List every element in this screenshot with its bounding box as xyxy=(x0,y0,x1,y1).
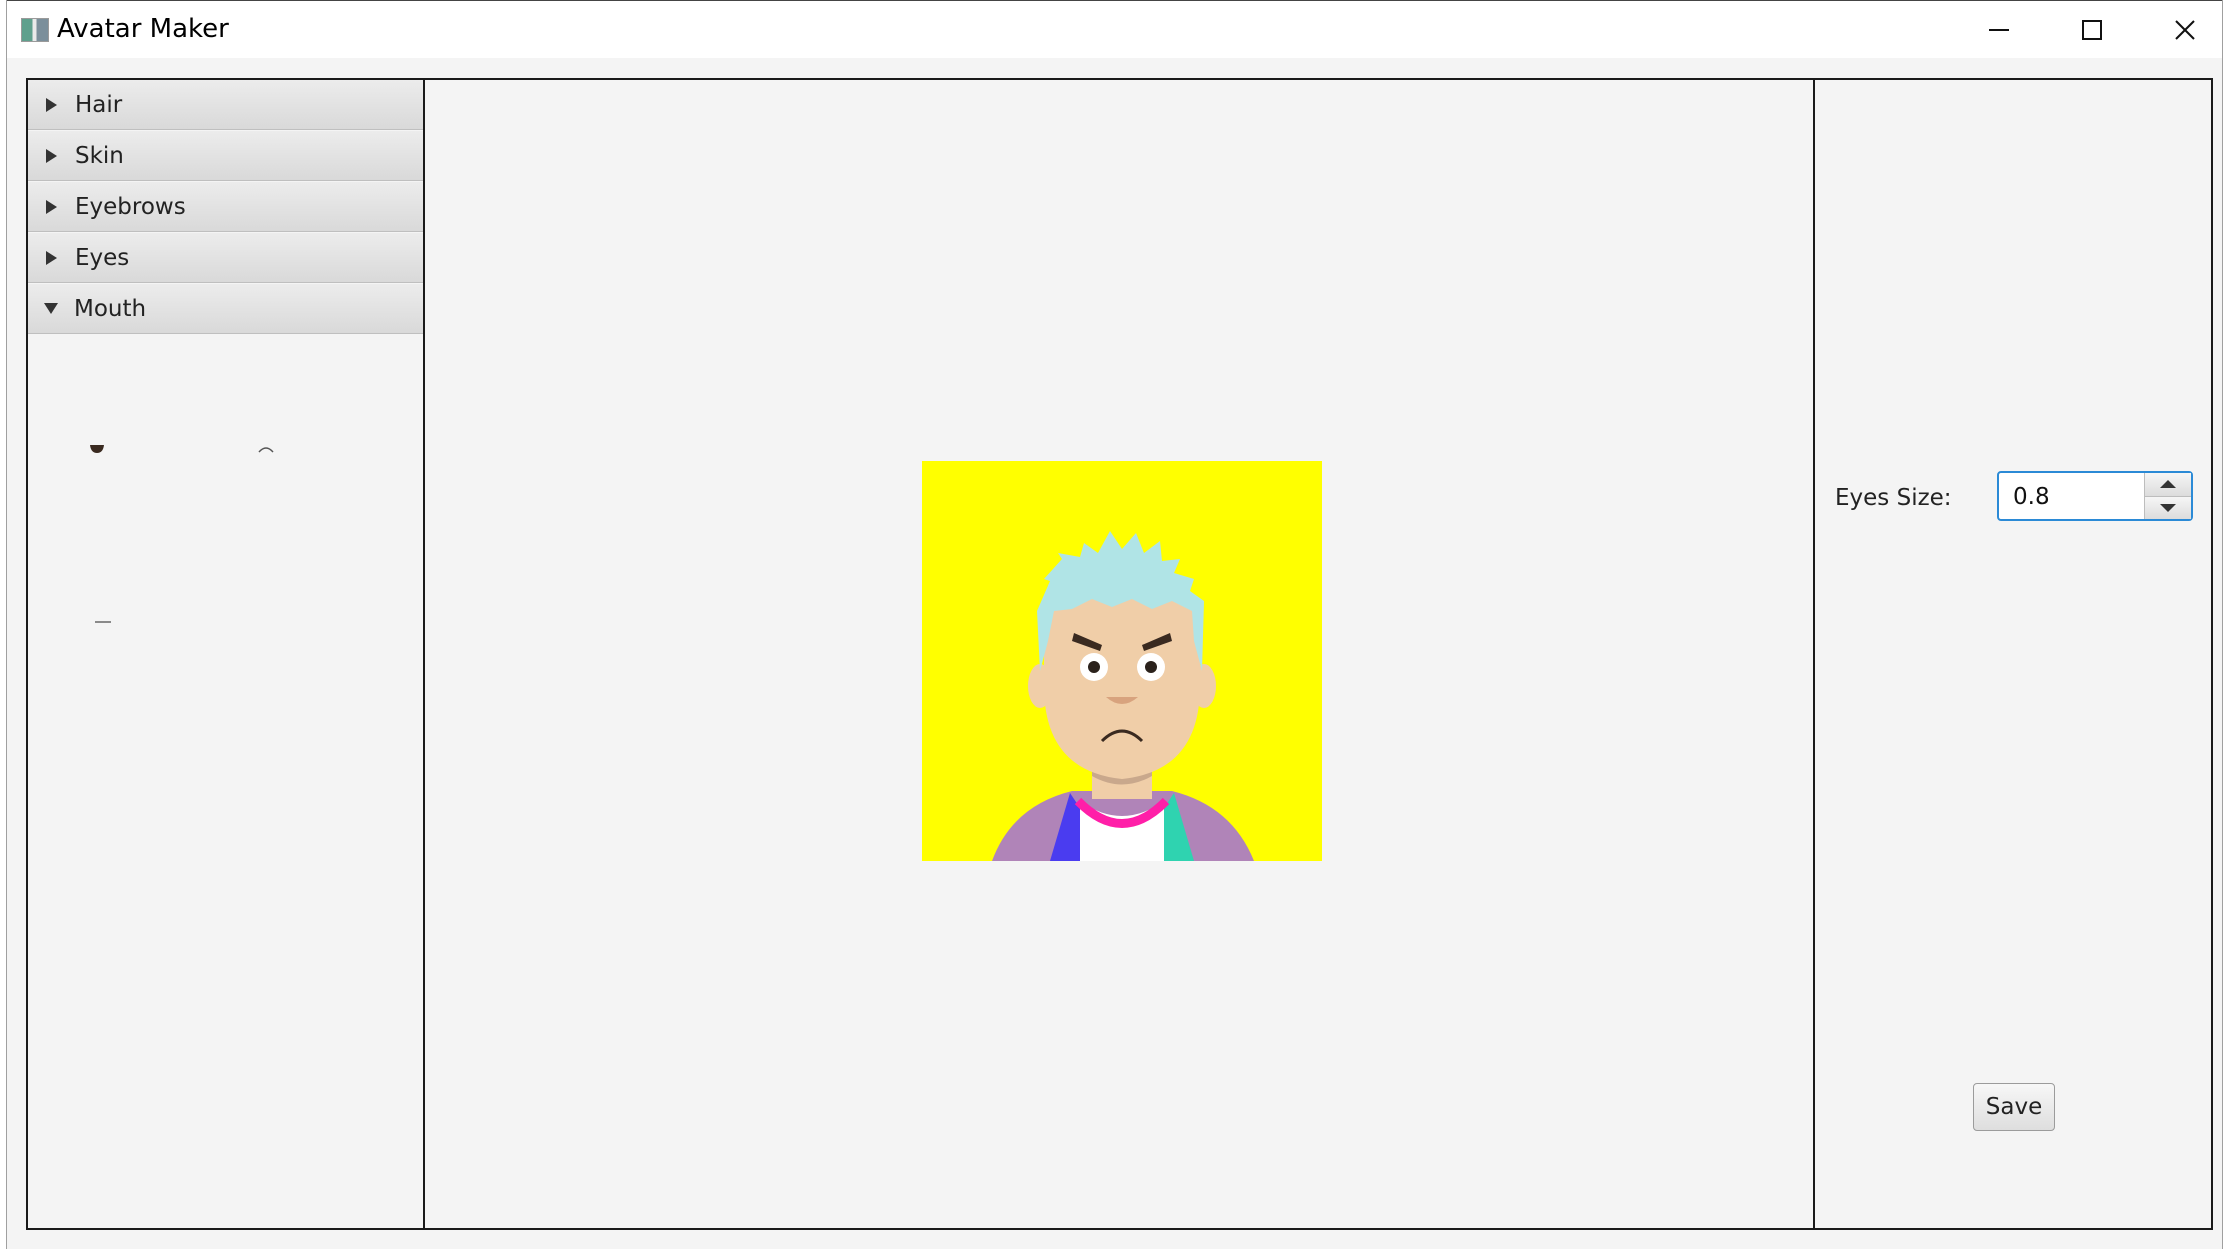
avatar-preview-pane xyxy=(425,78,1813,1230)
spinner-decrement-button[interactable] xyxy=(2145,496,2191,519)
mouth-option-flat[interactable] xyxy=(94,610,112,629)
collapsed-arrow-icon xyxy=(46,199,57,214)
app-window: Avatar Maker Hair Skin Eyebrows Eyes Mou… xyxy=(6,0,2223,1249)
maximize-button[interactable] xyxy=(2047,1,2137,59)
accordion-label: Mouth xyxy=(74,295,147,322)
expanded-arrow-icon xyxy=(44,303,58,314)
title-bar: Avatar Maker xyxy=(7,0,2222,59)
maximize-icon xyxy=(2082,20,2102,40)
spinner-increment-button[interactable] xyxy=(2145,473,2191,497)
accordion-hair[interactable]: Hair xyxy=(28,80,423,130)
accordion-label: Eyes xyxy=(75,244,130,271)
eyes-size-input[interactable]: 0.8 xyxy=(1999,473,2144,519)
accordion-mouth[interactable]: Mouth xyxy=(28,284,423,334)
close-button[interactable] xyxy=(2140,1,2229,59)
app-icon xyxy=(21,18,49,42)
open-mouth-icon xyxy=(90,445,104,453)
minimize-button[interactable] xyxy=(1954,1,2044,59)
spinner-buttons xyxy=(2144,473,2191,519)
client-area: Hair Skin Eyebrows Eyes Mouth Eyes Size:… xyxy=(7,58,2222,1249)
arrow-down-icon xyxy=(2160,503,2176,512)
collapsed-arrow-icon xyxy=(46,97,57,112)
feature-accordion: Hair Skin Eyebrows Eyes Mouth xyxy=(26,78,425,1230)
collapsed-arrow-icon xyxy=(46,148,57,163)
accordion-skin[interactable]: Skin xyxy=(28,131,423,181)
accordion-eyes[interactable]: Eyes xyxy=(28,233,423,283)
close-icon xyxy=(2175,20,2195,40)
accordion-label: Hair xyxy=(75,91,123,118)
accordion-label: Eyebrows xyxy=(75,193,186,220)
accordion-eyebrows[interactable]: Eyebrows xyxy=(28,182,423,232)
avatar-illustration xyxy=(992,531,1254,861)
mouth-options-panel xyxy=(28,335,423,1135)
eyes-size-label: Eyes Size: xyxy=(1835,485,1952,511)
collapsed-arrow-icon xyxy=(46,250,57,265)
eyes-size-spinner[interactable]: 0.8 xyxy=(1997,471,2193,521)
window-title: Avatar Maker xyxy=(57,14,229,44)
frown-mouth-icon xyxy=(258,447,274,453)
properties-pane: Eyes Size: 0.8 Save xyxy=(1813,78,2213,1230)
save-button[interactable]: Save xyxy=(1973,1083,2055,1131)
flat-mouth-icon xyxy=(95,621,111,623)
avatar-canvas xyxy=(922,461,1322,861)
accordion-label: Skin xyxy=(75,142,124,169)
mouth-option-frown[interactable] xyxy=(257,439,275,458)
minimize-icon xyxy=(1989,29,2009,31)
mouth-option-open[interactable] xyxy=(88,439,106,458)
arrow-up-icon xyxy=(2160,480,2176,489)
